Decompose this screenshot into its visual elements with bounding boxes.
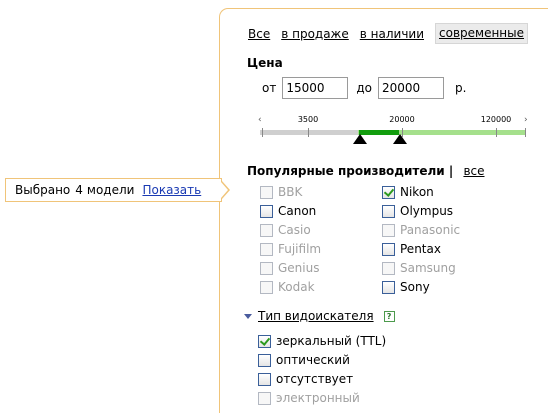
triangle-down-icon [244,313,252,319]
checkbox[interactable] [260,242,273,256]
option-label: Samsung [400,261,456,275]
option-label: Pentax [400,242,441,256]
option-label: Fujifilm [278,242,322,256]
manufacturer-option[interactable]: Fujifilm [260,242,321,256]
price-slider[interactable]: ‹ › 3500 20000 120000 [258,115,528,155]
option-label: отсутствует [276,372,354,386]
option-label: электронный [276,391,360,405]
filter-tabs: Все в продаже в наличии современные [248,23,529,44]
slider-tick-label: 3500 [297,115,319,124]
option-label: Panasonic [400,223,461,237]
option-label: Casio [278,223,311,237]
price-range-row: от до р. [262,77,472,99]
checkbox[interactable] [260,261,273,275]
filter-panel: Все в продаже в наличии современные Цена… [219,8,548,413]
checkbox[interactable] [258,391,271,405]
option-label: Sony [400,280,430,294]
manufacturers-title-text: Популярные производители | [247,164,454,178]
selection-unit: модели [86,183,135,197]
option-label: BBK [278,185,303,199]
slider-tick [496,128,497,137]
option-label: Genius [278,261,320,275]
checkbox[interactable] [260,204,273,218]
viewfinder-option[interactable]: отсутствует [258,372,353,386]
manufacturer-option[interactable]: Nikon [382,185,434,199]
manufacturer-option[interactable]: Samsung [382,261,456,275]
price-title: Цена [247,56,283,70]
checkbox[interactable] [382,261,395,275]
slider-right-arrow-icon[interactable]: › [524,115,528,125]
option-label: оптический [276,353,350,367]
manufacturer-option[interactable]: Olympus [382,204,453,218]
slider-track-inactive [260,130,358,135]
manufacturer-option[interactable]: Canon [260,204,316,218]
tab-modern[interactable]: современные [435,23,529,44]
checkbox[interactable] [382,242,395,256]
tab-on-sale[interactable]: в продаже [281,27,349,41]
option-label: Nikon [400,185,434,199]
manufacturer-option[interactable]: Casio [260,223,311,237]
callout-arrow-fill [221,182,228,198]
currency-label: р. [454,81,467,95]
manufacturer-option[interactable]: BBK [260,185,302,199]
viewfinder-option[interactable]: зеркальный (TTL) [258,334,386,348]
checkbox[interactable] [260,280,273,294]
viewfinder-title[interactable]: Тип видоискателя [258,309,374,323]
slider-tick [525,128,526,137]
checkbox[interactable] [258,334,271,348]
price-from-label: от [262,81,277,95]
viewfinder-option[interactable]: электронный [258,391,360,405]
slider-tick-label: 20000 [389,115,415,124]
selection-prefix: Выбрано [15,183,71,197]
checkbox[interactable] [258,372,271,386]
manufacturer-option[interactable]: Genius [260,261,319,275]
checkbox[interactable] [258,353,271,367]
option-label: Canon [278,204,317,218]
slider-tick [262,128,263,137]
selection-count: 4 [75,183,83,197]
slider-tick [308,128,309,137]
tab-all[interactable]: Все [248,27,270,41]
checkbox[interactable] [260,223,273,237]
manufacturer-option[interactable]: Pentax [382,242,441,256]
manufacturers-title: Популярные производители | все [247,164,485,178]
checkbox[interactable] [382,280,395,294]
option-label: Kodak [278,280,315,294]
help-icon[interactable]: ? [383,310,395,322]
manufacturer-option[interactable]: Kodak [260,280,315,294]
manufacturers-all-link[interactable]: все [463,164,484,178]
slider-tick-label: 120000 [480,115,512,124]
price-to-label: до [356,81,372,95]
slider-handle-max[interactable] [393,134,407,144]
show-results-link[interactable]: Показать [142,183,201,197]
slider-handle-min[interactable] [353,134,367,144]
viewfinder-toggle[interactable]: Тип видоискателя ? [244,309,395,323]
tab-in-stock[interactable]: в наличии [360,27,424,41]
slider-left-arrow-icon[interactable]: ‹ [258,115,262,125]
selection-callout: Выбрано 4 модели Показать [5,178,222,202]
viewfinder-option[interactable]: оптический [258,353,350,367]
checkbox[interactable] [260,185,273,199]
option-label: зеркальный (TTL) [276,334,387,348]
manufacturer-option[interactable]: Panasonic [382,223,460,237]
checkbox[interactable] [382,185,395,199]
checkbox[interactable] [382,223,395,237]
price-to-input[interactable] [377,77,444,99]
manufacturer-option[interactable]: Sony [382,280,430,294]
option-label: Olympus [400,204,454,218]
checkbox[interactable] [382,204,395,218]
price-from-input[interactable] [282,77,349,99]
